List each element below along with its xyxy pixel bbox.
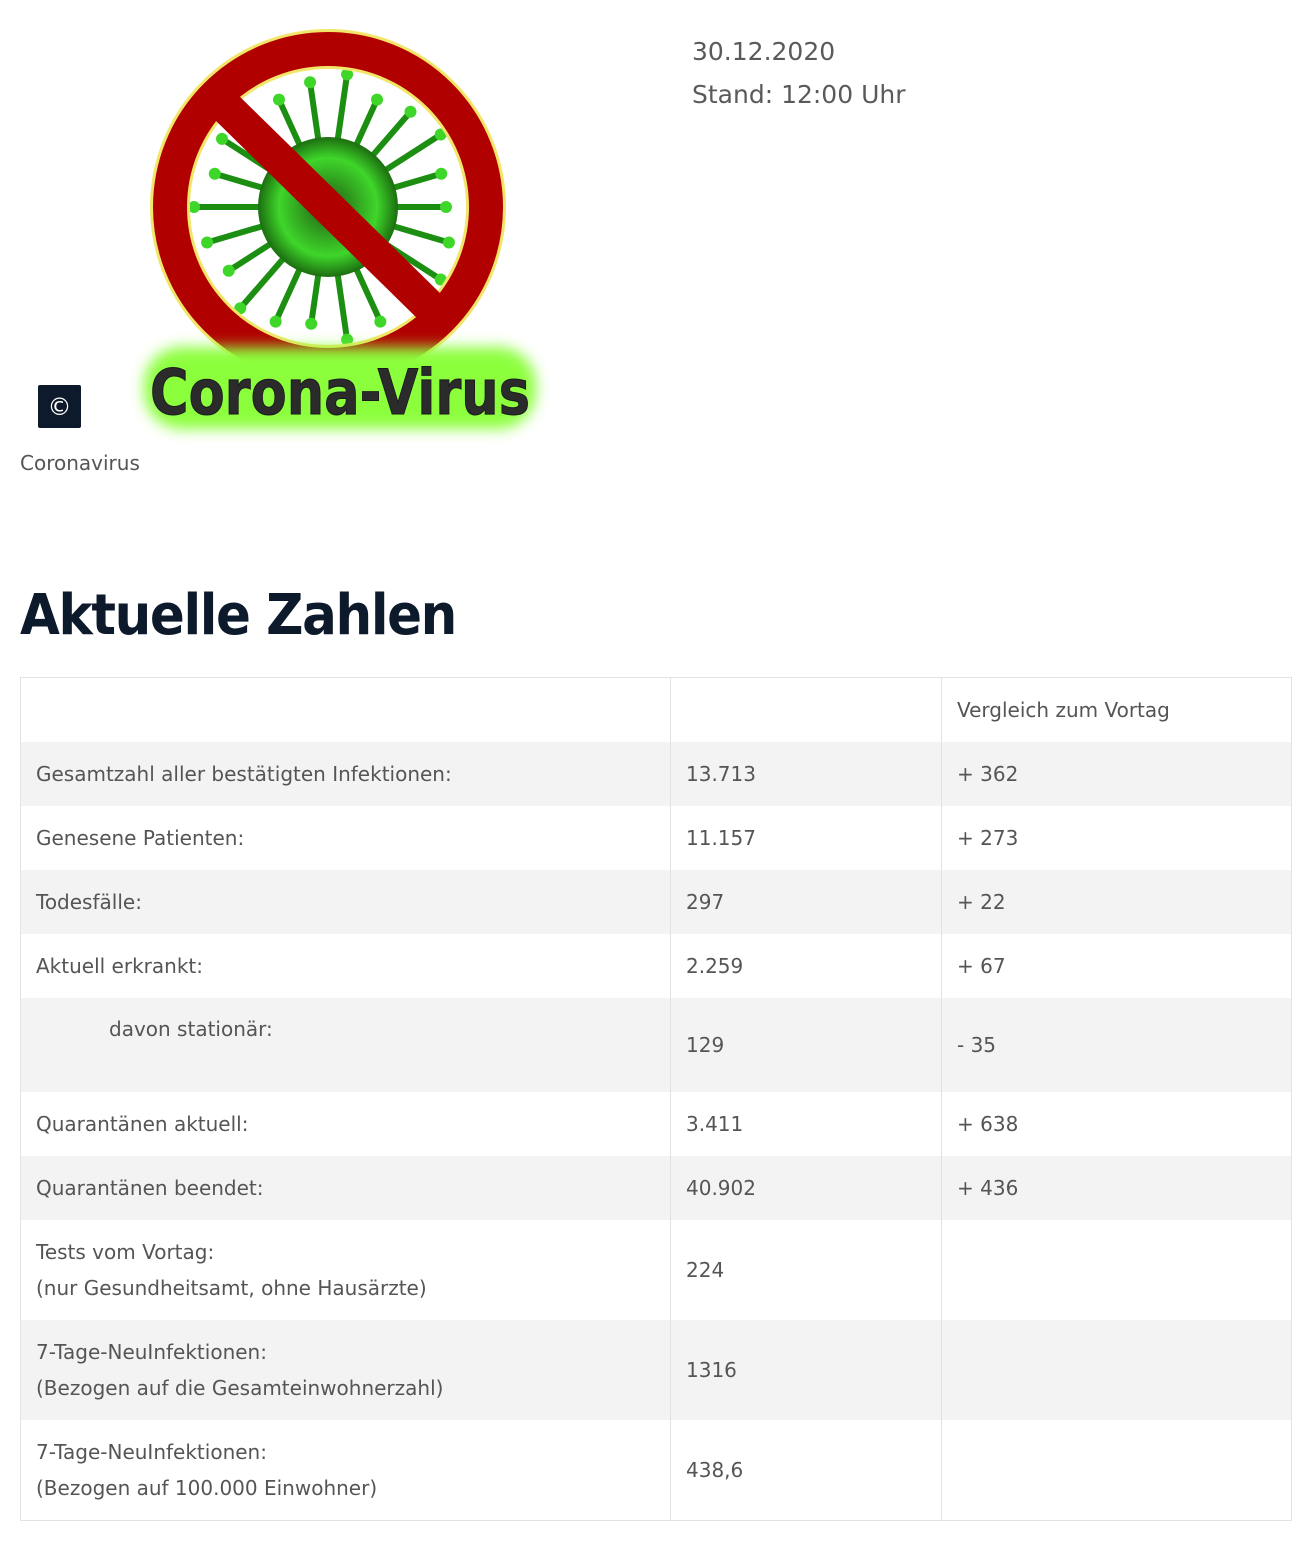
virus-spike-tip — [222, 264, 235, 277]
row-change — [941, 1220, 1292, 1320]
row-value: 11.157 — [670, 806, 942, 870]
row-label: Quarantänen aktuell: — [20, 1092, 671, 1156]
date-block: 30.12.2020 Stand: 12:00 Uhr — [692, 30, 906, 116]
row-change: - 35 — [941, 998, 1292, 1092]
table-row: Quarantänen beendet: 40.902 + 436 — [20, 1156, 1292, 1220]
row-change: + 22 — [941, 870, 1292, 934]
row-value: 1316 — [670, 1320, 942, 1420]
table-row: davon stationär: 129 - 35 — [20, 998, 1292, 1092]
row-label-cell: 7-Tage-NeuInfektionen: (Bezogen auf die … — [20, 1320, 671, 1420]
row-label: davon stationär: — [109, 1017, 273, 1041]
row-value: 224 — [670, 1220, 942, 1320]
row-label: Aktuell erkrankt: — [20, 934, 671, 998]
row-value: 3.411 — [670, 1092, 942, 1156]
row-change — [941, 1420, 1292, 1521]
row-change — [941, 1320, 1292, 1420]
corona-virus-illustration: Corona-Virus — [144, 29, 536, 430]
logo-text: Corona-Virus — [150, 356, 530, 429]
virus-spike-tip — [201, 236, 214, 249]
table-row: Tests vom Vortag: (nur Gesundheitsamt, o… — [20, 1220, 1292, 1320]
table-row: 7-Tage-NeuInfektionen: (Bezogen auf 100.… — [20, 1420, 1292, 1521]
table-row: Aktuell erkrankt: 2.259 + 67 — [20, 934, 1292, 998]
header-cell-comparison: Vergleich zum Vortag — [941, 677, 1292, 742]
table-row: 7-Tage-NeuInfektionen: (Bezogen auf die … — [20, 1320, 1292, 1420]
row-sublabel: (Bezogen auf 100.000 Einwohner) — [36, 1476, 378, 1500]
virus-spike-tip — [404, 105, 417, 118]
virus-spike-tip — [442, 236, 455, 249]
virus-spike-tip — [272, 93, 285, 106]
header-cell-label — [20, 677, 671, 742]
row-label: Todesfälle: — [20, 870, 671, 934]
corona-virus-logo: Corona-Virus — [130, 22, 550, 442]
row-sublabel: (Bezogen auf die Gesamteinwohnerzahl) — [36, 1376, 444, 1400]
virus-spike-tip — [435, 167, 448, 180]
row-label: Gesamtzahl aller bestätigten Infektionen… — [20, 742, 671, 806]
table-header-row: Vergleich zum Vortag — [20, 677, 1292, 742]
row-value: 13.713 — [670, 742, 942, 806]
virus-spike-tip — [208, 167, 221, 180]
stand-text: Stand: 12:00 Uhr — [692, 80, 906, 109]
row-change: + 638 — [941, 1092, 1292, 1156]
row-change: + 273 — [941, 806, 1292, 870]
row-value: 129 — [670, 998, 942, 1092]
row-value: 297 — [670, 870, 942, 934]
row-value: 438,6 — [670, 1420, 942, 1521]
row-label-cell: davon stationär: — [20, 998, 671, 1092]
virus-spike-tip — [371, 93, 384, 106]
virus-spike-tip — [374, 315, 387, 328]
date-text: 30.12.2020 — [692, 37, 836, 66]
table-row: Todesfälle: 297 + 22 — [20, 870, 1292, 934]
row-change: + 436 — [941, 1156, 1292, 1220]
row-label: Genesene Patienten: — [20, 806, 671, 870]
row-label: Quarantänen beendet: — [20, 1156, 671, 1220]
row-label: 7-Tage-NeuInfektionen: — [36, 1440, 267, 1464]
row-label: Tests vom Vortag: — [36, 1240, 215, 1264]
statistics-table: Vergleich zum Vortag Gesamtzahl aller be… — [20, 677, 1292, 1521]
copyright-icon[interactable]: © — [38, 385, 81, 428]
row-sublabel: (nur Gesundheitsamt, ohne Hausärzte) — [36, 1276, 427, 1300]
virus-spike-tip — [305, 317, 318, 330]
row-value: 2.259 — [670, 934, 942, 998]
table-row: Gesamtzahl aller bestätigten Infektionen… — [20, 742, 1292, 806]
table-row: Genesene Patienten: 11.157 + 273 — [20, 806, 1292, 870]
row-label-cell: Tests vom Vortag: (nur Gesundheitsamt, o… — [20, 1220, 671, 1320]
virus-spike-tip — [304, 76, 317, 89]
row-value: 40.902 — [670, 1156, 942, 1220]
row-label: 7-Tage-NeuInfektionen: — [36, 1340, 267, 1364]
row-change: + 362 — [941, 742, 1292, 806]
virus-spike-tip — [440, 201, 452, 213]
section-title: Aktuelle Zahlen — [20, 583, 457, 648]
virus-spike-tip — [216, 132, 229, 145]
row-change: + 67 — [941, 934, 1292, 998]
header-cell-value — [670, 677, 942, 742]
row-label-cell: 7-Tage-NeuInfektionen: (Bezogen auf 100.… — [20, 1420, 671, 1521]
table-row: Quarantänen aktuell: 3.411 + 638 — [20, 1092, 1292, 1156]
image-caption: Coronavirus — [20, 451, 140, 475]
virus-spike-tip — [269, 315, 282, 328]
